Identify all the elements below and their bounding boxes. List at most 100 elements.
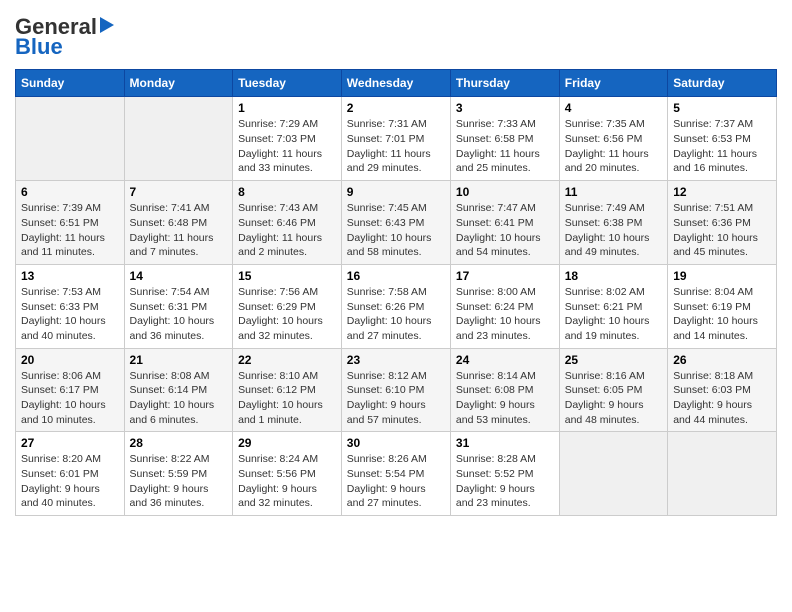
day-number: 24 bbox=[456, 353, 554, 367]
day-info: Sunrise: 8:14 AM Sunset: 6:08 PM Dayligh… bbox=[456, 369, 554, 428]
day-info: Sunrise: 7:56 AM Sunset: 6:29 PM Dayligh… bbox=[238, 285, 336, 344]
day-info: Sunrise: 7:33 AM Sunset: 6:58 PM Dayligh… bbox=[456, 117, 554, 176]
header-monday: Monday bbox=[124, 70, 233, 97]
calendar-day: 5 Sunrise: 7:37 AM Sunset: 6:53 PM Daylig… bbox=[668, 97, 777, 181]
day-info: Sunrise: 8:02 AM Sunset: 6:21 PM Dayligh… bbox=[565, 285, 662, 344]
day-number: 20 bbox=[21, 353, 119, 367]
calendar-week-1: 6Sunrise: 7:39 AM Sunset: 6:51 PM Daylig… bbox=[16, 181, 777, 265]
calendar-day: 24 Sunrise: 8:14 AM Sunset: 6:08 PM Dayli… bbox=[450, 348, 559, 432]
day-info: Sunrise: 7:58 AM Sunset: 6:26 PM Dayligh… bbox=[347, 285, 445, 344]
day-number: 15 bbox=[238, 269, 336, 283]
day-info: Sunrise: 8:24 AM Sunset: 5:56 PM Dayligh… bbox=[238, 452, 336, 511]
day-info: Sunrise: 8:16 AM Sunset: 6:05 PM Dayligh… bbox=[565, 369, 662, 428]
day-number: 8 bbox=[238, 185, 336, 199]
calendar-day: 1Sunrise: 7:29 AM Sunset: 7:03 PM Daylig… bbox=[233, 97, 342, 181]
day-info: Sunrise: 7:37 AM Sunset: 6:53 PM Dayligh… bbox=[673, 117, 771, 176]
calendar-day: 31Sunrise: 8:28 AM Sunset: 5:52 PM Dayli… bbox=[450, 432, 559, 516]
calendar-day: 10Sunrise: 7:47 AM Sunset: 6:41 PM Dayli… bbox=[450, 181, 559, 265]
day-number: 27 bbox=[21, 436, 119, 450]
calendar-day: 18 Sunrise: 8:02 AM Sunset: 6:21 PM Dayli… bbox=[559, 264, 667, 348]
day-info: Sunrise: 8:00 AM Sunset: 6:24 PM Dayligh… bbox=[456, 285, 554, 344]
calendar-day: 3 Sunrise: 7:33 AM Sunset: 6:58 PM Daylig… bbox=[450, 97, 559, 181]
day-number: 6 bbox=[21, 185, 119, 199]
calendar-day: 12 Sunrise: 7:51 AM Sunset: 6:36 PM Dayli… bbox=[668, 181, 777, 265]
day-number: 14 bbox=[130, 269, 228, 283]
day-info: Sunrise: 7:49 AM Sunset: 6:38 PM Dayligh… bbox=[565, 201, 662, 260]
day-number: 3 bbox=[456, 101, 554, 115]
day-number: 11 bbox=[565, 185, 662, 199]
calendar-day bbox=[16, 97, 125, 181]
calendar-day bbox=[668, 432, 777, 516]
day-number: 5 bbox=[673, 101, 771, 115]
day-number: 23 bbox=[347, 353, 445, 367]
calendar-day: 20 Sunrise: 8:06 AM Sunset: 6:17 PM Dayli… bbox=[16, 348, 125, 432]
calendar-day: 14 Sunrise: 7:54 AM Sunset: 6:31 PM Dayli… bbox=[124, 264, 233, 348]
day-number: 9 bbox=[347, 185, 445, 199]
calendar-day: 29 Sunrise: 8:24 AM Sunset: 5:56 PM Dayli… bbox=[233, 432, 342, 516]
calendar-day: 9 Sunrise: 7:45 AM Sunset: 6:43 PM Daylig… bbox=[341, 181, 450, 265]
day-number: 2 bbox=[347, 101, 445, 115]
day-number: 10 bbox=[456, 185, 554, 199]
day-info: Sunrise: 8:20 AM Sunset: 6:01 PM Dayligh… bbox=[21, 452, 119, 511]
header-tuesday: Tuesday bbox=[233, 70, 342, 97]
calendar-day: 16Sunrise: 7:58 AM Sunset: 6:26 PM Dayli… bbox=[341, 264, 450, 348]
calendar-day: 8 Sunrise: 7:43 AM Sunset: 6:46 PM Daylig… bbox=[233, 181, 342, 265]
day-number: 4 bbox=[565, 101, 662, 115]
calendar-table: SundayMondayTuesdayWednesdayThursdayFrid… bbox=[15, 69, 777, 516]
day-number: 12 bbox=[673, 185, 771, 199]
calendar-day: 27 Sunrise: 8:20 AM Sunset: 6:01 PM Dayli… bbox=[16, 432, 125, 516]
calendar-day: 15 Sunrise: 7:56 AM Sunset: 6:29 PM Dayli… bbox=[233, 264, 342, 348]
calendar-day: 26 Sunrise: 8:18 AM Sunset: 6:03 PM Dayli… bbox=[668, 348, 777, 432]
header-friday: Friday bbox=[559, 70, 667, 97]
day-info: Sunrise: 8:06 AM Sunset: 6:17 PM Dayligh… bbox=[21, 369, 119, 428]
calendar-day: 13 Sunrise: 7:53 AM Sunset: 6:33 PM Dayli… bbox=[16, 264, 125, 348]
header-thursday: Thursday bbox=[450, 70, 559, 97]
day-number: 21 bbox=[130, 353, 228, 367]
calendar-day: 28 Sunrise: 8:22 AM Sunset: 5:59 PM Dayli… bbox=[124, 432, 233, 516]
calendar-week-0: 1Sunrise: 7:29 AM Sunset: 7:03 PM Daylig… bbox=[16, 97, 777, 181]
calendar-week-4: 27 Sunrise: 8:20 AM Sunset: 6:01 PM Dayli… bbox=[16, 432, 777, 516]
day-number: 25 bbox=[565, 353, 662, 367]
calendar-day: 7 Sunrise: 7:41 AM Sunset: 6:48 PM Daylig… bbox=[124, 181, 233, 265]
day-info: Sunrise: 8:12 AM Sunset: 6:10 PM Dayligh… bbox=[347, 369, 445, 428]
calendar-day: 17 Sunrise: 8:00 AM Sunset: 6:24 PM Dayli… bbox=[450, 264, 559, 348]
day-info: Sunrise: 7:54 AM Sunset: 6:31 PM Dayligh… bbox=[130, 285, 228, 344]
day-info: Sunrise: 8:28 AM Sunset: 5:52 PM Dayligh… bbox=[456, 452, 554, 511]
header-saturday: Saturday bbox=[668, 70, 777, 97]
calendar-day: 21 Sunrise: 8:08 AM Sunset: 6:14 PM Dayli… bbox=[124, 348, 233, 432]
day-info: Sunrise: 8:10 AM Sunset: 6:12 PM Dayligh… bbox=[238, 369, 336, 428]
day-number: 19 bbox=[673, 269, 771, 283]
day-number: 28 bbox=[130, 436, 228, 450]
day-number: 17 bbox=[456, 269, 554, 283]
day-info: Sunrise: 7:45 AM Sunset: 6:43 PM Dayligh… bbox=[347, 201, 445, 260]
day-number: 18 bbox=[565, 269, 662, 283]
day-info: Sunrise: 7:53 AM Sunset: 6:33 PM Dayligh… bbox=[21, 285, 119, 344]
calendar-week-3: 20 Sunrise: 8:06 AM Sunset: 6:17 PM Dayli… bbox=[16, 348, 777, 432]
page-header: General Blue bbox=[15, 15, 777, 59]
calendar-day: 30Sunrise: 8:26 AM Sunset: 5:54 PM Dayli… bbox=[341, 432, 450, 516]
day-info: Sunrise: 8:22 AM Sunset: 5:59 PM Dayligh… bbox=[130, 452, 228, 511]
logo-blue-text: Blue bbox=[15, 35, 63, 59]
calendar-day: 4Sunrise: 7:35 AM Sunset: 6:56 PM Daylig… bbox=[559, 97, 667, 181]
day-number: 13 bbox=[21, 269, 119, 283]
calendar-day: 6Sunrise: 7:39 AM Sunset: 6:51 PM Daylig… bbox=[16, 181, 125, 265]
day-info: Sunrise: 8:08 AM Sunset: 6:14 PM Dayligh… bbox=[130, 369, 228, 428]
day-info: Sunrise: 7:51 AM Sunset: 6:36 PM Dayligh… bbox=[673, 201, 771, 260]
calendar-day bbox=[124, 97, 233, 181]
calendar-day: 23 Sunrise: 8:12 AM Sunset: 6:10 PM Dayli… bbox=[341, 348, 450, 432]
calendar-header-row: SundayMondayTuesdayWednesdayThursdayFrid… bbox=[16, 70, 777, 97]
calendar-day: 2 Sunrise: 7:31 AM Sunset: 7:01 PM Daylig… bbox=[341, 97, 450, 181]
day-info: Sunrise: 7:31 AM Sunset: 7:01 PM Dayligh… bbox=[347, 117, 445, 176]
logo-arrow-icon bbox=[100, 17, 114, 33]
day-number: 7 bbox=[130, 185, 228, 199]
header-sunday: Sunday bbox=[16, 70, 125, 97]
day-number: 22 bbox=[238, 353, 336, 367]
day-info: Sunrise: 7:41 AM Sunset: 6:48 PM Dayligh… bbox=[130, 201, 228, 260]
day-info: Sunrise: 7:43 AM Sunset: 6:46 PM Dayligh… bbox=[238, 201, 336, 260]
day-number: 29 bbox=[238, 436, 336, 450]
day-info: Sunrise: 8:18 AM Sunset: 6:03 PM Dayligh… bbox=[673, 369, 771, 428]
calendar-day: 19Sunrise: 8:04 AM Sunset: 6:19 PM Dayli… bbox=[668, 264, 777, 348]
calendar-day: 22 Sunrise: 8:10 AM Sunset: 6:12 PM Dayli… bbox=[233, 348, 342, 432]
day-number: 26 bbox=[673, 353, 771, 367]
calendar-day: 25 Sunrise: 8:16 AM Sunset: 6:05 PM Dayli… bbox=[559, 348, 667, 432]
